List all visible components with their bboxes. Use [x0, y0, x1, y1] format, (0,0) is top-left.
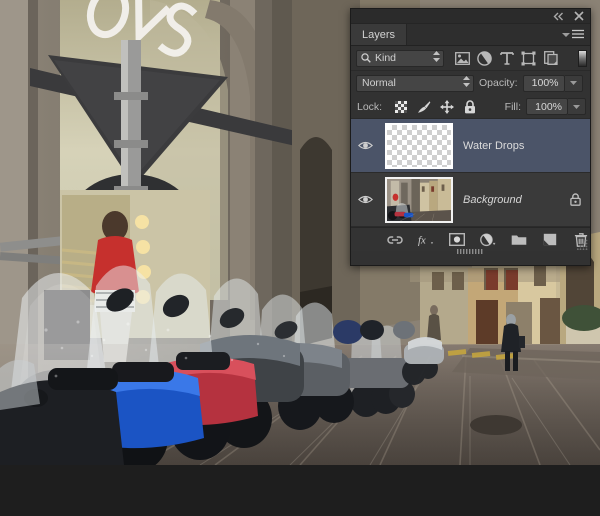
adjustment-layer-icon — [480, 233, 496, 247]
fill-control[interactable]: Fill: 100% — [505, 98, 586, 115]
collapse-icon[interactable] — [552, 11, 564, 22]
adjustment-layer-filter-icon[interactable] — [476, 50, 493, 67]
layer-thumbnail-background[interactable] — [385, 177, 453, 223]
opacity-control[interactable]: 100% — [523, 75, 583, 92]
lock-position-icon[interactable] — [440, 100, 454, 114]
blend-mode-value: Normal — [362, 77, 396, 89]
chevron-down-icon — [573, 105, 580, 109]
fill-value[interactable]: 100% — [526, 98, 568, 115]
fx-icon: fx — [418, 233, 434, 247]
layer-visibility-toggle[interactable] — [351, 140, 379, 151]
lock-icon — [570, 193, 581, 206]
search-icon — [361, 53, 371, 63]
filter-icon-group[interactable] — [454, 50, 559, 67]
opacity-label: Opacity: — [479, 77, 518, 89]
lock-image-pixels-icon[interactable] — [417, 100, 431, 114]
fill-dropdown-arrow[interactable] — [568, 98, 586, 115]
transparency-checker — [387, 125, 451, 167]
layer-locked-indicator — [560, 193, 590, 206]
panel-body: Kind — [351, 46, 590, 251]
folder-icon — [511, 233, 527, 246]
tab-layers-label: Layers — [362, 29, 395, 41]
fill-label: Fill: — [505, 101, 521, 113]
link-icon — [387, 235, 403, 245]
filter-kind-value: Kind — [375, 52, 396, 64]
background-thumbnail-art — [387, 179, 451, 221]
layer-thumbnail-cell[interactable] — [379, 177, 459, 223]
layers-panel[interactable]: Layers — [350, 8, 591, 266]
resize-grip-icon[interactable] — [577, 239, 588, 250]
blend-mode-row[interactable]: Normal Opacity: 100% — [351, 71, 590, 95]
link-layers-button[interactable] — [387, 232, 403, 248]
new-adjustment-layer-button[interactable] — [480, 232, 496, 248]
layer-thumbnail-cell[interactable] — [379, 123, 459, 169]
blend-mode-select[interactable]: Normal — [356, 75, 474, 92]
new-layer-button[interactable] — [542, 232, 558, 248]
lock-transparent-pixels-icon[interactable] — [394, 100, 408, 114]
pixel-layer-filter-icon[interactable] — [454, 50, 471, 67]
stepper-icon[interactable] — [463, 76, 470, 90]
svg-text:fx: fx — [418, 235, 426, 246]
new-layer-icon — [543, 233, 557, 246]
panel-tab-row[interactable]: Layers — [351, 24, 590, 46]
lock-button-group[interactable] — [394, 100, 477, 114]
layer-style-fx-button[interactable]: fx — [418, 232, 434, 248]
lock-row[interactable]: Lock: — [351, 95, 590, 119]
layer-row-water-drops[interactable]: Water Drops — [351, 119, 590, 173]
type-layer-filter-icon[interactable] — [498, 50, 515, 67]
eye-icon — [358, 140, 373, 151]
lock-label: Lock: — [357, 101, 382, 113]
smart-object-filter-icon[interactable] — [542, 50, 559, 67]
lock-all-icon[interactable] — [463, 100, 477, 114]
shape-layer-filter-icon[interactable] — [520, 50, 537, 67]
layer-row-background[interactable]: Background — [351, 173, 590, 227]
stepper-icon[interactable] — [433, 51, 440, 65]
close-icon[interactable] — [573, 11, 585, 22]
panel-drag-handle[interactable] — [457, 249, 485, 254]
layer-thumbnail-water-drops[interactable] — [385, 123, 453, 169]
layer-name-water-drops[interactable]: Water Drops — [459, 140, 560, 152]
layer-name-background[interactable]: Background — [459, 194, 560, 206]
chevron-down-icon — [570, 81, 577, 85]
add-layer-mask-button[interactable] — [449, 232, 465, 248]
app-root: Layers — [0, 0, 600, 516]
layer-list[interactable]: Water Drops — [351, 119, 590, 227]
layer-mask-icon — [449, 233, 465, 246]
tab-layers[interactable]: Layers — [351, 24, 407, 45]
layer-visibility-toggle[interactable] — [351, 194, 379, 205]
opacity-dropdown-arrow[interactable] — [565, 75, 583, 92]
panel-menu-button[interactable] — [562, 24, 586, 45]
layers-panel-toolbar[interactable]: fx — [351, 227, 590, 251]
opacity-value[interactable]: 100% — [523, 75, 565, 92]
panel-titlebar[interactable] — [351, 9, 590, 24]
chevron-down-icon — [562, 32, 570, 38]
new-group-button[interactable] — [511, 232, 527, 248]
hamburger-icon — [572, 29, 584, 40]
eye-icon — [358, 194, 373, 205]
layer-filter-row[interactable]: Kind — [351, 46, 590, 71]
filter-enable-toggle[interactable] — [578, 50, 587, 67]
filter-kind-select[interactable]: Kind — [356, 50, 444, 67]
